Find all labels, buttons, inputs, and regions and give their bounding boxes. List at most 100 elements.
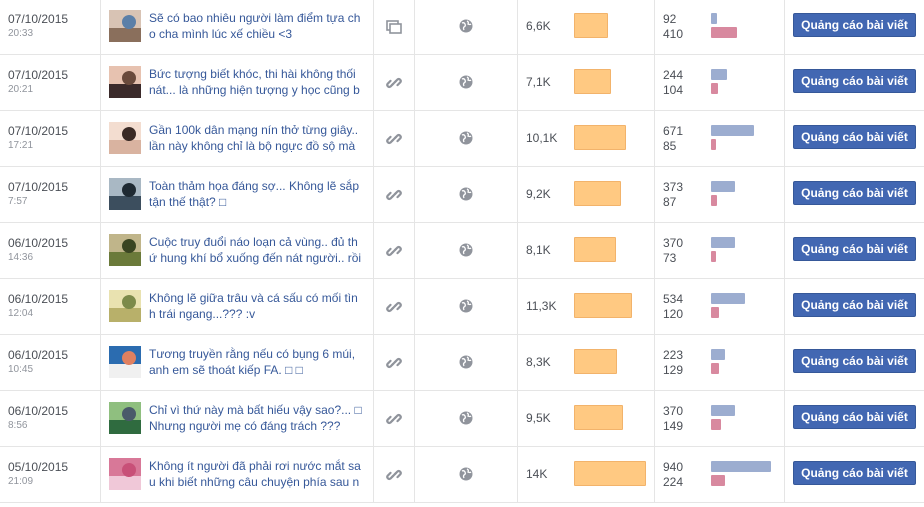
column-divider [784, 0, 785, 54]
post-thumbnail[interactable] [109, 122, 141, 154]
post-row: 06/10/2015 10:45 Tương truyền rằng nếu có … [0, 335, 924, 391]
column-divider [414, 111, 415, 166]
boost-post-button[interactable]: Quảng cáo bài viết [793, 349, 916, 373]
engagement-reactions-bar [711, 139, 716, 150]
link-icon [386, 243, 402, 259]
engagement-reactions: 120 [663, 307, 684, 321]
post-thumbnail[interactable] [109, 402, 141, 434]
boost-post-button[interactable]: Quảng cáo bài viết [793, 461, 916, 485]
engagement-reactions-bar [711, 475, 725, 486]
engagement-reactions-bar [711, 307, 719, 318]
boost-post-button[interactable]: Quảng cáo bài viết [793, 293, 916, 317]
reach-value: 10,1K [526, 131, 558, 145]
engagement-reactions: 129 [663, 363, 684, 377]
boost-post-button[interactable]: Quảng cáo bài viết [793, 13, 916, 37]
engagement-clicks: 534 [663, 292, 684, 306]
engagement-clicks: 370 [663, 404, 684, 418]
column-divider [100, 167, 101, 222]
column-divider [373, 335, 374, 390]
boost-post-button[interactable]: Quảng cáo bài viết [793, 181, 916, 205]
post-message-link[interactable]: Không lẽ giữa trâu và cá sấu có mối tìn h… [149, 290, 367, 322]
post-date: 07/10/2015 [8, 68, 69, 82]
boost-post-button[interactable]: Quảng cáo bài viết [793, 237, 916, 261]
column-divider [784, 335, 785, 390]
post-message-link[interactable]: Gần 100k dân mạng nín thở từng giây.. lần… [149, 122, 367, 154]
engagement-reactions-bar [711, 419, 721, 430]
post-message-link[interactable]: Cuộc truy đuổi náo loạn cả vùng.. đủ th ứ… [149, 234, 367, 266]
post-message-line: Sẽ có bao nhiêu người làm điểm tựa ch [149, 11, 361, 25]
reach-bar [574, 125, 626, 150]
engagement-reactions: 87 [663, 195, 677, 209]
engagement-clicks-bar [711, 181, 735, 192]
post-thumbnail[interactable] [109, 458, 141, 490]
column-divider [784, 447, 785, 502]
post-message-link[interactable]: Không ít người đã phải rơi nước mắt sa u … [149, 458, 367, 490]
column-divider [373, 55, 374, 110]
post-thumbnail[interactable] [109, 10, 141, 42]
globe-icon [459, 131, 473, 145]
boost-post-button[interactable]: Quảng cáo bài viết [793, 405, 916, 429]
column-divider [100, 111, 101, 166]
boost-post-button[interactable]: Quảng cáo bài viết [793, 69, 916, 93]
boost-post-button[interactable]: Quảng cáo bài viết [793, 125, 916, 149]
post-message-line: lần này không chỉ là bộ ngực đồ sộ mà [149, 139, 356, 153]
post-time: 12:04 [8, 308, 34, 319]
post-row: 05/10/2015 21:09 Không ít người đã phải rơ… [0, 447, 924, 503]
engagement-clicks: 92 [663, 12, 677, 26]
column-divider [784, 391, 785, 446]
engagement-reactions: 224 [663, 475, 684, 489]
engagement-reactions: 410 [663, 27, 684, 41]
column-divider [100, 223, 101, 278]
engagement-clicks-bar [711, 405, 735, 416]
post-time: 20:33 [8, 28, 34, 39]
column-divider [654, 55, 655, 110]
reach-bar [574, 181, 621, 206]
post-time: 8:56 [8, 420, 28, 431]
post-message-line: anh em sẽ thoát kiếp FA. □ □ [149, 363, 303, 377]
column-divider [373, 0, 374, 54]
post-message-line: h trái ngang...??? :v [149, 307, 256, 321]
post-thumbnail[interactable] [109, 346, 141, 378]
post-date: 06/10/2015 [8, 236, 69, 250]
column-divider [414, 335, 415, 390]
column-divider [414, 167, 415, 222]
post-message-line: ứ hung khí bổ xuống đến nát người.. rồi [149, 251, 362, 265]
post-message-link[interactable]: Sẽ có bao nhiêu người làm điểm tựa ch o c… [149, 10, 367, 42]
link-icon [386, 355, 402, 371]
post-thumbnail[interactable] [109, 178, 141, 210]
link-icon [386, 131, 402, 147]
post-thumbnail[interactable] [109, 66, 141, 98]
column-divider [100, 279, 101, 334]
post-message-link[interactable]: Tương truyền rằng nếu có bụng 6 múi, anh … [149, 346, 367, 378]
post-message-link[interactable]: Chỉ vì thứ này mà bất hiếu vậy sao?... □… [149, 402, 367, 434]
post-date: 07/10/2015 [8, 124, 69, 138]
post-date: 07/10/2015 [8, 12, 69, 26]
post-thumbnail[interactable] [109, 290, 141, 322]
post-message-line: Chỉ vì thứ này mà bất hiếu vậy sao?... □ [149, 403, 362, 417]
post-message-line: u khi biết những câu chuyện phía sau n [149, 475, 360, 489]
link-icon [386, 467, 402, 483]
column-divider [414, 391, 415, 446]
post-message-line: Không lẽ giữa trâu và cá sấu có mối tìn [149, 291, 358, 305]
column-divider [100, 447, 101, 502]
post-row: 07/10/2015 20:33 Sẽ có bao nhiêu người làm… [0, 0, 924, 55]
post-message-line: Bức tượng biết khóc, thi hài không thối [149, 67, 356, 81]
column-divider [414, 0, 415, 54]
column-divider [517, 447, 518, 502]
link-icon [386, 75, 402, 91]
column-divider [784, 167, 785, 222]
album-icon [386, 19, 402, 35]
post-thumbnail[interactable] [109, 234, 141, 266]
engagement-clicks-bar [711, 293, 745, 304]
post-message-link[interactable]: Bức tượng biết khóc, thi hài không thối n… [149, 66, 367, 98]
globe-icon [459, 299, 473, 313]
engagement-clicks: 223 [663, 348, 684, 362]
column-divider [373, 111, 374, 166]
column-divider [784, 111, 785, 166]
engagement-clicks-bar [711, 69, 727, 80]
post-row: 07/10/2015 7:57 Toàn thảm họa đáng sợ... K… [0, 167, 924, 223]
post-message-link[interactable]: Toàn thảm họa đáng sợ... Không lẽ sắp tận… [149, 178, 367, 210]
globe-icon [459, 75, 473, 89]
post-message-line: tận thế thật? □ [149, 195, 227, 209]
reach-value: 11,3K [526, 299, 557, 313]
